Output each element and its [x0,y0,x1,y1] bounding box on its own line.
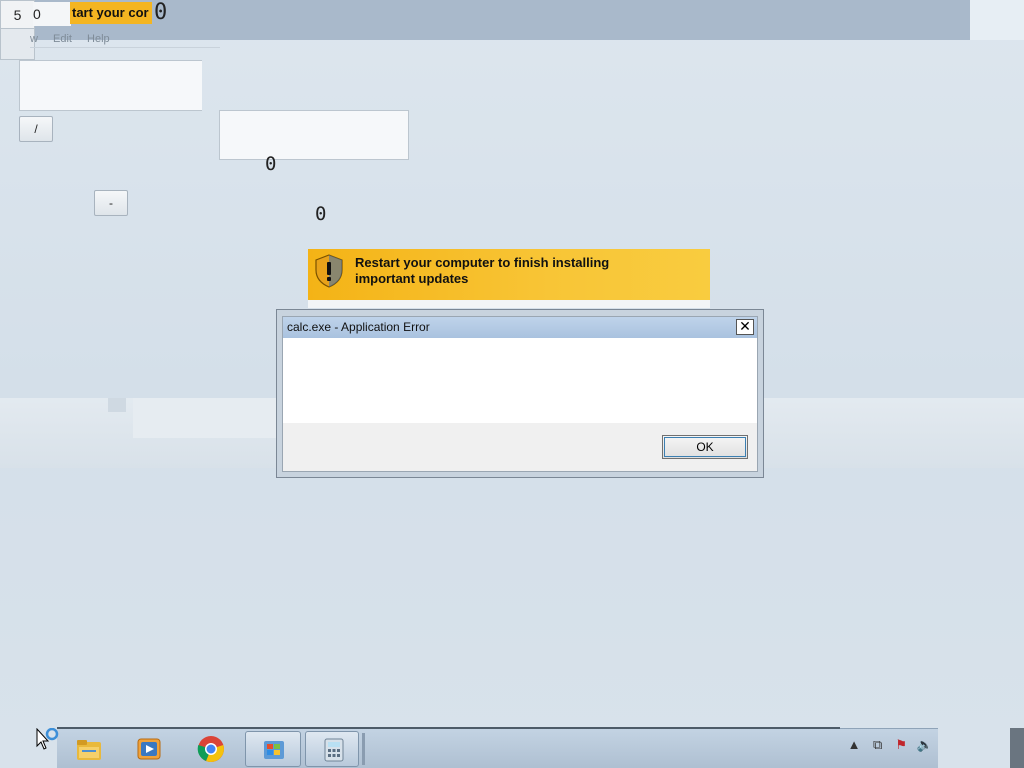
shield-warning-icon [315,254,343,288]
taskbar-top-edge [57,727,840,729]
windows-logo-icon [264,741,284,759]
calculator-taskbar-icon[interactable] [305,731,359,767]
play-icon [137,738,161,760]
top-window-strip-right [970,0,1024,40]
system-tray: ▲ ⧉ ⚑ 🔈 [844,737,938,761]
background-block-small [108,398,126,412]
update-notification[interactable]: Restart your computer to finish installi… [308,249,710,300]
folder-icon [77,740,101,760]
error-dialog: calc.exe - Application Error ✕ OK [276,309,764,478]
update-notification-footer [308,300,710,308]
calculator-display [19,60,202,111]
show-hidden-icons-icon[interactable]: ▲ [844,737,864,752]
chrome-logo-icon [197,736,224,762]
top-zero: 0 [154,0,168,25]
top-update-fragment-text: tart your cor [72,5,149,20]
calculator-display-2 [219,110,409,160]
update-line-1: Restart your computer to finish installi… [355,255,610,270]
file-explorer-icon[interactable] [61,731,117,767]
show-desktop-button[interactable] [1010,728,1024,768]
media-player-icon[interactable] [121,731,177,767]
volume-icon[interactable]: 🔈 [915,737,935,753]
menu-help[interactable]: Help [87,33,110,45]
ok-button[interactable]: OK [662,435,748,459]
top-number-box-2: 0 [33,2,71,26]
taskbar-separator [362,733,365,765]
display-value: 0 [265,153,277,175]
busy-cursor-icon [36,728,59,750]
update-notification-text: Restart your computer to finish installi… [355,255,655,287]
error-dialog-body [283,338,757,423]
minus-button[interactable]: - [94,190,128,216]
background-block [133,398,278,438]
windows-update-icon[interactable] [245,731,301,767]
menu-edit[interactable]: Edit [53,33,72,45]
action-center-icon[interactable]: ⚑ [891,737,911,753]
divide-button[interactable]: / [19,116,53,142]
display-value-2: 0 [315,203,327,225]
menu-view[interactable]: w [30,33,38,45]
close-icon[interactable]: ✕ [736,319,754,335]
error-dialog-frame: calc.exe - Application Error ✕ OK [282,316,758,472]
update-line-2: important updates [355,271,469,286]
calculator-icon [324,738,344,762]
error-dialog-title: calc.exe - Application Error [287,320,430,334]
calculator-menu: w Edit Help [30,33,220,48]
chrome-icon[interactable] [183,731,239,767]
error-dialog-titlebar[interactable]: calc.exe - Application Error ✕ [283,317,757,338]
taskbar: ▲ ⧉ ⚑ 🔈 [57,728,938,768]
top-number-box: 5 [0,0,35,30]
network-icon[interactable]: ⧉ [868,737,888,753]
top-update-fragment: tart your cor [70,2,152,24]
